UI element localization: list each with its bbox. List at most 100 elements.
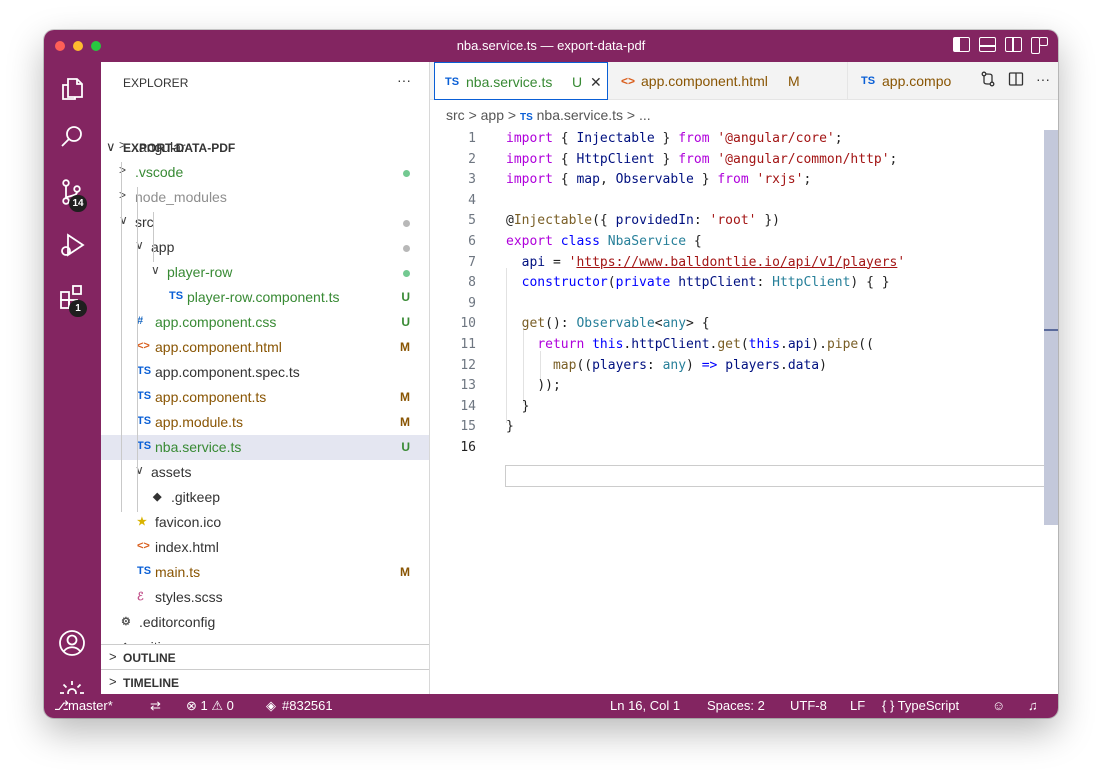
encoding[interactable]: UTF-8 bbox=[790, 698, 827, 713]
tree-item-label: app.component.ts bbox=[155, 389, 267, 405]
tree-item[interactable]: ∨ app bbox=[101, 235, 429, 260]
tree-item[interactable]: ∨ assets bbox=[101, 460, 429, 485]
typescript-file-icon: TS bbox=[137, 415, 152, 427]
code-editor[interactable]: 1 import { Injectable } from '@angular/co… bbox=[430, 122, 1058, 694]
editor-scrollbar[interactable] bbox=[1044, 130, 1058, 525]
timeline-section[interactable]: > TIMELINE bbox=[101, 669, 429, 694]
tree-item[interactable]: <> index.html bbox=[101, 535, 429, 560]
line-number: 4 bbox=[468, 192, 476, 208]
tree-item[interactable]: ℰstyles.scss bbox=[101, 585, 429, 610]
status-bar: ⎇ master* ⇄ ⊗ 1 ⚠ 0 ◈ #832561 Ln 16, Col… bbox=[44, 694, 1058, 718]
search-icon[interactable] bbox=[44, 112, 101, 158]
customize-layout-icon[interactable] bbox=[1031, 37, 1048, 54]
explorer-icon[interactable] bbox=[44, 64, 101, 110]
tab-status-badge: U bbox=[572, 74, 583, 90]
tree-item-label: favicon.ico bbox=[155, 514, 222, 530]
tree-item[interactable]: > .angular bbox=[101, 135, 429, 160]
code-token: } bbox=[654, 131, 679, 146]
tab-label: app.component.html bbox=[641, 73, 768, 89]
html-file-icon: <> bbox=[621, 74, 636, 88]
close-tab-icon[interactable]: ✕ bbox=[590, 74, 602, 91]
code-token: '@angular/core' bbox=[717, 131, 835, 146]
tree-item[interactable]: ∨ src bbox=[101, 210, 429, 235]
code-line: get(): Observable<any> { bbox=[506, 316, 710, 331]
window-title: nba.service.ts — export-data-pdf bbox=[456, 38, 646, 53]
problems-indicator[interactable]: ⊗ 1 ⚠ 0 bbox=[186, 698, 234, 714]
tree-item[interactable]: TS player-row.component.ts U bbox=[101, 285, 429, 310]
tree-item[interactable]: > node_modules bbox=[101, 185, 429, 210]
toggle-sidebar-icon[interactable] bbox=[953, 37, 970, 52]
code-token: class bbox=[560, 234, 600, 249]
code-token: (( bbox=[576, 357, 593, 373]
tree-item[interactable]: TS app.component.ts M bbox=[101, 385, 429, 410]
tree-item[interactable]: ∨ player-row bbox=[101, 260, 429, 285]
code-line: } bbox=[506, 419, 514, 434]
tree-item-label: app.component.spec.ts bbox=[155, 364, 300, 380]
editor-tabs: TS nba.service.ts U ✕ <> app.component.h… bbox=[430, 62, 1058, 100]
outline-section[interactable]: > OUTLINE bbox=[101, 644, 429, 669]
tree-item[interactable]: ⚙ .editorconfig bbox=[101, 610, 429, 635]
more-actions-icon[interactable]: ··· bbox=[1036, 71, 1050, 87]
end-of-line[interactable]: LF bbox=[850, 698, 865, 713]
code-token: map bbox=[576, 172, 600, 188]
file-tree: > .angular > .vscode > node_modules ∨ src ∨ app ∨ p… bbox=[101, 135, 429, 660]
tree-item[interactable]: TS nba.service.ts U bbox=[101, 435, 429, 460]
open-changes-icon[interactable] bbox=[980, 71, 996, 87]
tree-item-label: styles.scss bbox=[155, 589, 223, 605]
tree-item-label: app bbox=[151, 239, 175, 255]
code-token: data bbox=[787, 357, 820, 373]
breadcrumb-symbol[interactable]: ... bbox=[639, 107, 651, 123]
line-number: 16 bbox=[460, 440, 476, 455]
account-icon[interactable] bbox=[44, 618, 101, 664]
language-mode[interactable]: { } TypeScript bbox=[882, 698, 959, 713]
git-status-badge: M bbox=[400, 390, 410, 404]
tree-item[interactable]: TS app.module.ts M bbox=[101, 410, 429, 435]
code-token: players bbox=[592, 357, 647, 373]
code-token: Observable bbox=[615, 172, 694, 188]
code-token: } bbox=[693, 172, 718, 188]
cursor-position[interactable]: Ln 16, Col 1 bbox=[610, 698, 680, 713]
breadcrumb-file[interactable]: nba.service.ts bbox=[537, 107, 623, 123]
code-token: ({ bbox=[592, 213, 616, 229]
source-control-icon[interactable]: 14 bbox=[44, 167, 101, 213]
line-number: 12 bbox=[460, 357, 476, 373]
code-token: players bbox=[725, 357, 780, 373]
tab-nba-service[interactable]: TS nba.service.ts U ✕ bbox=[434, 62, 608, 100]
extensions-icon[interactable]: 1 bbox=[44, 272, 101, 318]
toggle-panel-icon[interactable] bbox=[979, 37, 996, 52]
run-debug-icon[interactable] bbox=[44, 220, 101, 266]
split-editor-icon[interactable] bbox=[1008, 71, 1024, 87]
tree-item[interactable]: ★ favicon.ico bbox=[101, 510, 429, 535]
vscode-window: nba.service.ts — export-data-pdf 14 1 EX… bbox=[44, 30, 1058, 718]
tree-item[interactable]: <> app.component.html M bbox=[101, 335, 429, 360]
git-branch-icon[interactable]: ⎇ bbox=[54, 698, 69, 714]
activity-bar: 14 1 1 bbox=[44, 62, 101, 713]
line-number: 6 bbox=[468, 234, 476, 249]
code-token: } bbox=[506, 419, 514, 435]
notifications-bell-icon[interactable]: ♫ bbox=[1028, 698, 1038, 713]
tree-item[interactable]: TS main.ts M bbox=[101, 560, 429, 585]
git-status-dot bbox=[403, 170, 410, 177]
git-branch[interactable]: master* bbox=[68, 698, 113, 713]
code-token: private bbox=[615, 275, 671, 291]
feedback-icon[interactable]: ☺ bbox=[992, 698, 1005, 713]
theme-color[interactable]: #832561 bbox=[282, 698, 333, 713]
tab-status-badge: M bbox=[788, 73, 800, 89]
code-token: httpClient bbox=[631, 337, 710, 352]
tree-item[interactable]: > .vscode bbox=[101, 160, 429, 185]
sync-icon[interactable]: ⇄ bbox=[150, 698, 161, 714]
breadcrumb-src[interactable]: src bbox=[446, 107, 465, 123]
breadcrumb-separator: > bbox=[626, 107, 636, 123]
line-number: 7 bbox=[468, 254, 476, 270]
tab-app-component-html[interactable]: <> app.component.html M bbox=[608, 62, 848, 100]
tab-app-component-ts[interactable]: TS app.compo bbox=[849, 62, 959, 100]
tree-item[interactable]: ◆ .gitkeep bbox=[101, 485, 429, 510]
more-actions-icon[interactable]: ··· bbox=[397, 72, 411, 88]
breadcrumb-app[interactable]: app bbox=[481, 107, 504, 123]
indentation[interactable]: Spaces: 2 bbox=[707, 698, 765, 713]
toggle-secondary-sidebar-icon[interactable] bbox=[1005, 37, 1022, 52]
tree-item-label: .gitkeep bbox=[171, 489, 221, 505]
tree-item[interactable]: # app.component.css U bbox=[101, 310, 429, 335]
tree-item[interactable]: TS app.component.spec.ts bbox=[101, 360, 429, 385]
